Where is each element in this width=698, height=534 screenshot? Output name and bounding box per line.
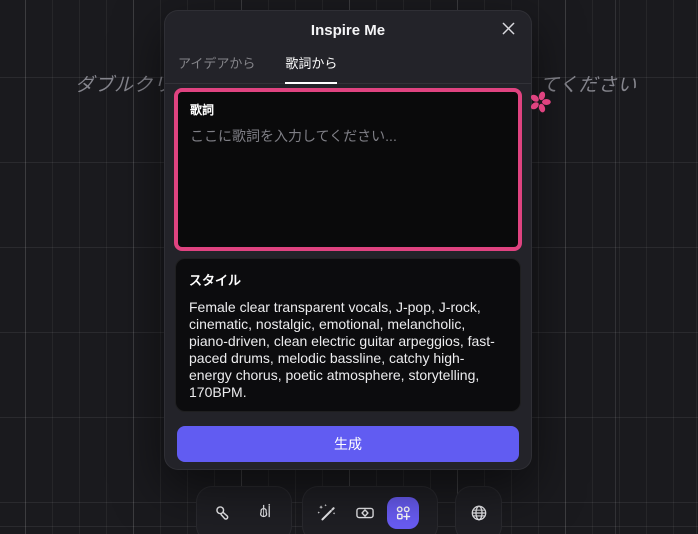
style-panel: スタイル Female clear transparent vocals, J-…: [175, 258, 521, 412]
generate-button[interactable]: 生成: [177, 426, 519, 462]
close-button[interactable]: [497, 19, 519, 41]
toolbar-group-generation: [302, 486, 438, 534]
dialog-title: Inspire Me: [311, 22, 385, 39]
lyrics-input[interactable]: [190, 126, 506, 236]
magic-wand-icon: [316, 502, 338, 524]
extend-button[interactable]: [349, 497, 381, 529]
microphone-icon: [212, 502, 234, 524]
microphone-button[interactable]: [207, 497, 239, 529]
style-input[interactable]: Female clear transparent vocals, J-pop, …: [189, 299, 507, 401]
toolbar-group-language: [455, 486, 502, 534]
inspire-me-dialog: Inspire Me アイデアから 歌詞から 歌詞 スタイル Female cl…: [164, 10, 532, 470]
lyrics-panel: 歌詞: [174, 88, 522, 251]
violin-button[interactable]: [249, 497, 281, 529]
tab-from-lyrics[interactable]: 歌詞から: [285, 53, 337, 84]
extend-icon: [354, 502, 376, 524]
violin-icon: [254, 502, 276, 524]
dialog-header: Inspire Me: [165, 11, 531, 49]
lyrics-label: 歌詞: [190, 101, 506, 118]
canvas-hint-text-right: てください: [540, 70, 637, 97]
sections-button[interactable]: [387, 497, 419, 529]
magic-wand-button[interactable]: [311, 497, 343, 529]
canvas-hint-text-left: ダブルクリ: [75, 70, 173, 97]
close-icon: [502, 22, 515, 38]
globe-button[interactable]: [463, 497, 495, 529]
sections-icon: [395, 505, 412, 522]
tab-from-idea[interactable]: アイデアから: [178, 53, 255, 84]
globe-icon: [468, 502, 490, 524]
toolbar-group-audio: [196, 486, 292, 534]
editor-canvas[interactable]: ダブルクリ てください: [0, 0, 698, 534]
tab-bar: アイデアから 歌詞から: [165, 49, 531, 84]
style-label: スタイル: [189, 270, 507, 289]
